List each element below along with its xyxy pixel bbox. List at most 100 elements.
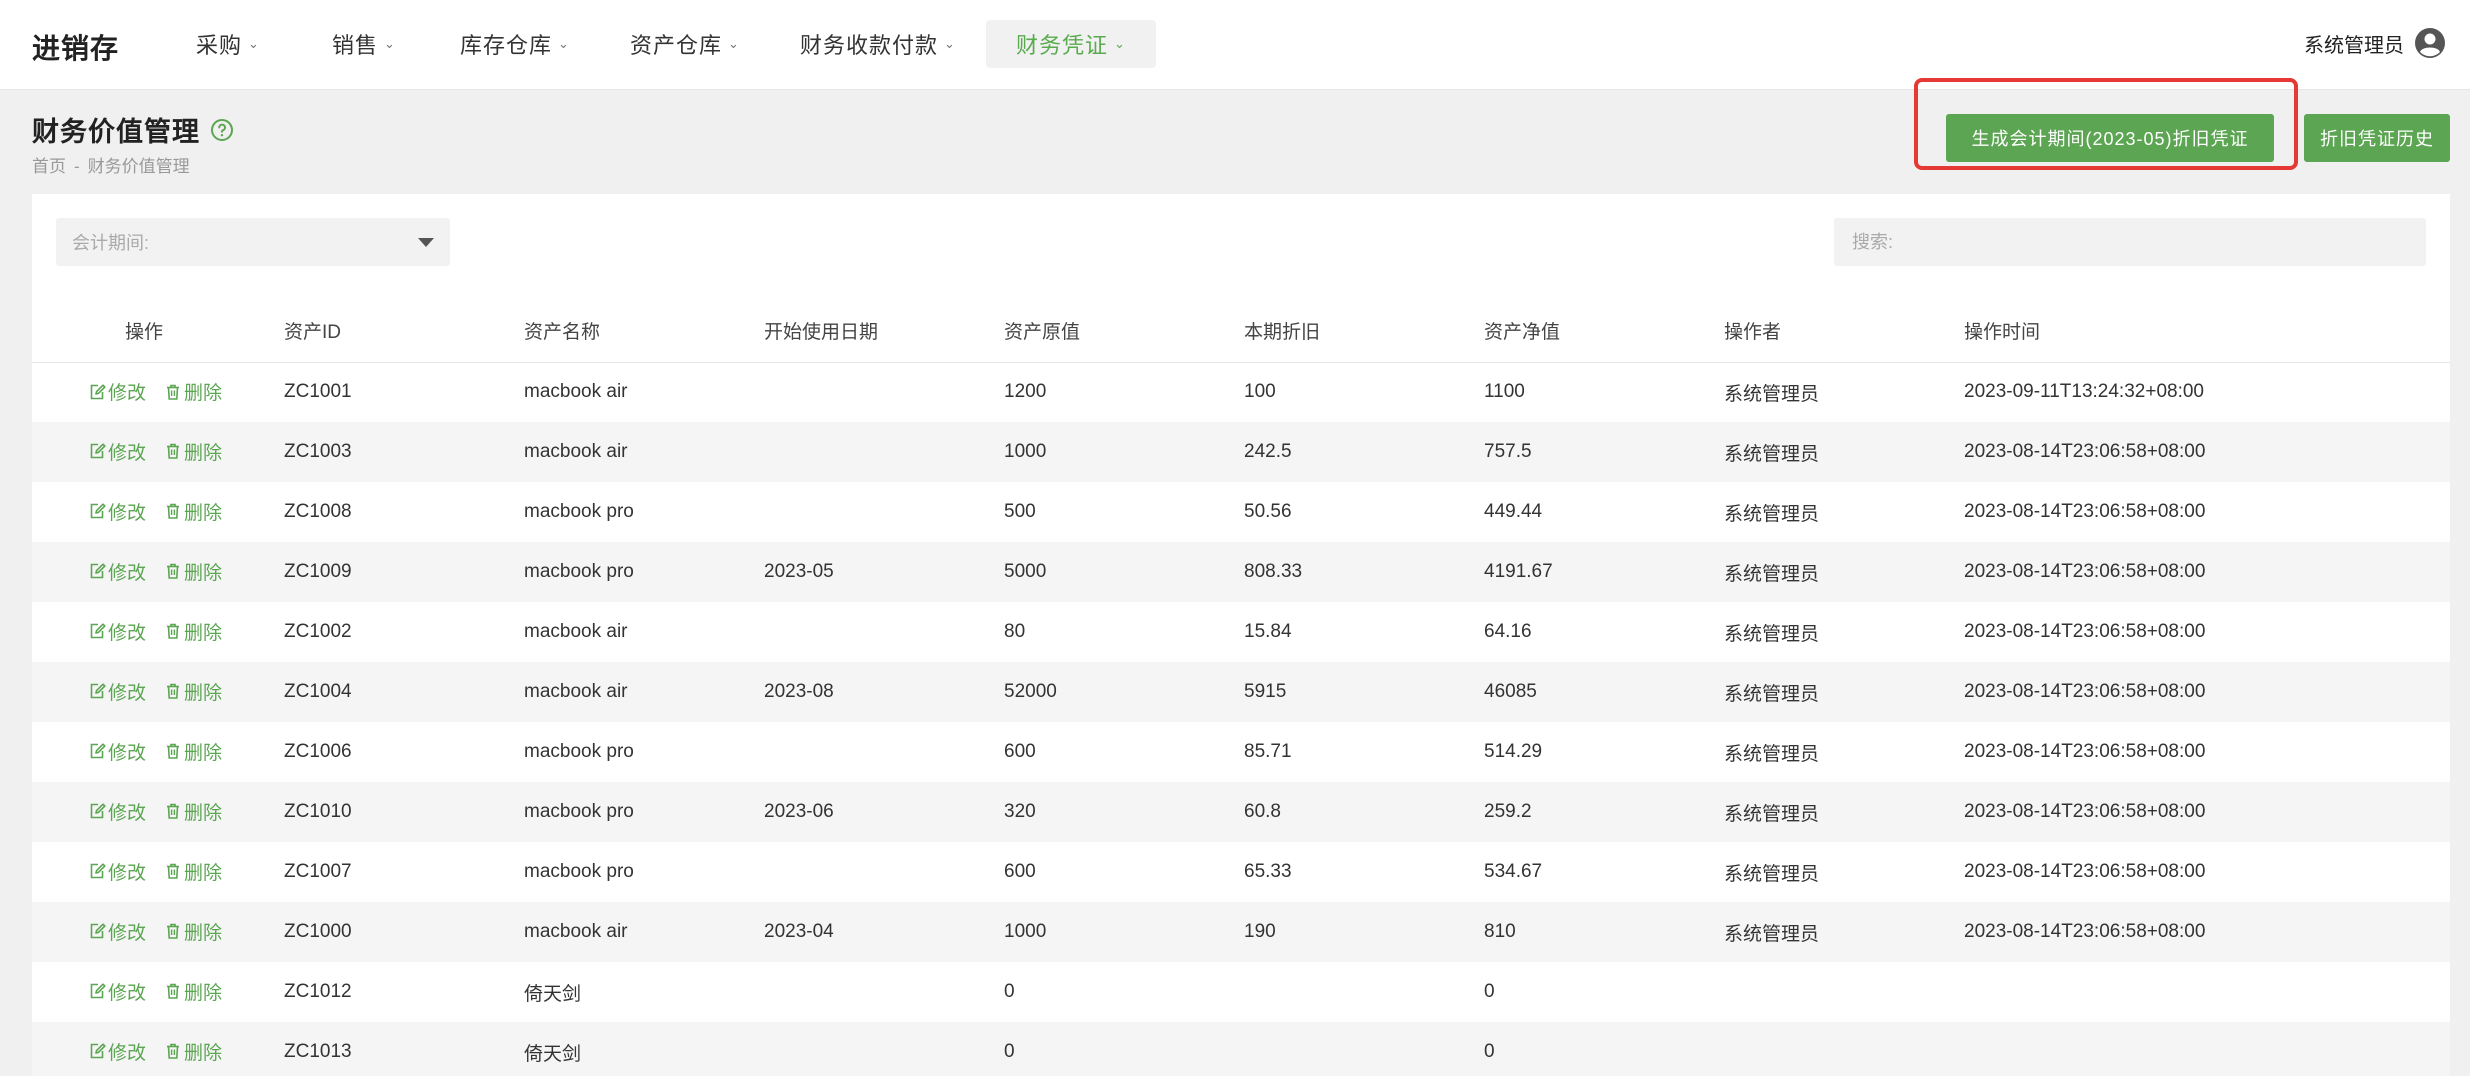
column-header-asset-id: 资产ID [284, 300, 524, 363]
start-date-cell [764, 362, 1004, 422]
nav-item-finance-receipts-payments[interactable]: 财务收款付款 ⌄ [784, 20, 972, 68]
table-row: 修改 删除 ZC1008 macbook pro 500 50.56 449.44 系统管理员… [32, 482, 2450, 542]
delete-button[interactable]: 删除 [164, 558, 222, 585]
delete-label: 删除 [184, 562, 223, 584]
start-date-cell [764, 842, 1004, 902]
asset-name-cell: 倚天剑 [524, 1022, 764, 1076]
operator-cell: 系统管理员 [1724, 623, 1820, 645]
table-row: 修改 删除 ZC1003 macbook air 1000 242.5 757.5 系统管理员… [32, 422, 2450, 482]
delete-button[interactable]: 删除 [164, 918, 222, 945]
nav-item-sales[interactable]: 销售 ⌄ [316, 20, 412, 68]
edit-icon [90, 803, 106, 819]
table-row: 修改 删除 ZC1000 macbook air 2023-04 1000 190 810 系统… [32, 902, 2450, 962]
nav-item-purchase[interactable]: 采购 ⌄ [180, 20, 276, 68]
original-value-cell: 600 [1004, 741, 1036, 762]
asset-id-cell: ZC1004 [284, 662, 524, 722]
chevron-down-icon: ⌄ [248, 36, 260, 51]
edit-button[interactable]: 修改 [88, 858, 146, 885]
table-header: 操作 资产ID 资产名称 开始使用日期 资产原值 本期折旧 资产净值 操作者 操… [32, 300, 2450, 363]
delete-label: 删除 [184, 862, 223, 884]
delete-button[interactable]: 删除 [164, 378, 222, 405]
search-box[interactable] [1834, 218, 2426, 266]
original-value-cell: 0 [1004, 1022, 1244, 1076]
original-value-cell: 320 [1004, 782, 1244, 842]
original-value-cell: 80 [1004, 621, 1026, 642]
breadcrumb-separator: - [74, 157, 80, 176]
edit-button[interactable]: 修改 [88, 678, 146, 705]
delete-button[interactable]: 删除 [164, 678, 222, 705]
delete-button[interactable]: 删除 [164, 1038, 222, 1065]
depreciation-voucher-history-button[interactable]: 折旧凭证历史 [2304, 114, 2450, 162]
actions-cell: 修改 删除 [32, 1022, 284, 1076]
app-brand[interactable]: 进销存 [32, 27, 119, 67]
edit-icon [90, 623, 106, 639]
depreciation-cell: 65.33 [1244, 861, 1292, 882]
asset-id-cell: ZC1006 [284, 741, 352, 762]
edit-button[interactable]: 修改 [88, 438, 146, 465]
depreciation-cell: 100 [1244, 381, 1276, 403]
original-value-cell: 1000 [1004, 422, 1244, 482]
trash-icon [167, 743, 180, 760]
asset-name-cell: macbook pro [524, 861, 634, 882]
generate-depreciation-voucher-button[interactable]: 生成会计期间(2023-05)折旧凭证 [1946, 114, 2274, 162]
nav-item-asset-warehouse[interactable]: 资产仓库 ⌄ [614, 20, 756, 68]
edit-button[interactable]: 修改 [88, 978, 146, 1005]
delete-button[interactable]: 删除 [164, 438, 222, 465]
edit-label: 修改 [108, 982, 147, 1004]
trash-icon [167, 503, 180, 520]
search-input[interactable] [1852, 231, 2408, 253]
table-row: 修改 删除 ZC1010 macbook pro 2023-06 320 60.8 259.2… [32, 782, 2450, 842]
trash-icon [167, 1043, 180, 1060]
edit-button[interactable]: 修改 [88, 558, 146, 585]
edit-button[interactable]: 修改 [88, 618, 146, 645]
edit-button[interactable]: 修改 [88, 798, 146, 825]
nav-item-label: 财务凭证 [1016, 33, 1109, 58]
delete-label: 删除 [184, 982, 223, 1004]
edit-button[interactable]: 修改 [88, 918, 146, 945]
start-date-cell: 2023-06 [764, 782, 1004, 842]
delete-label: 删除 [184, 442, 223, 464]
delete-button[interactable]: 删除 [164, 798, 222, 825]
actions-cell: 修改 删除 [32, 962, 284, 1022]
delete-button[interactable]: 删除 [164, 498, 222, 525]
page-title: 财务价值管理 [32, 110, 234, 149]
delete-button[interactable]: 删除 [164, 738, 222, 765]
accounting-period-placeholder: 会计期间: [72, 233, 150, 253]
trash-icon [167, 803, 180, 820]
help-icon[interactable] [210, 118, 234, 142]
operation-time-cell: 2023-08-14T23:06:58+08:00 [1964, 782, 2450, 842]
asset-id-cell: ZC1013 [284, 1022, 524, 1076]
operator-cell: 系统管理员 [1724, 542, 1964, 602]
column-header-operation-time: 操作时间 [1964, 300, 2450, 363]
edit-button[interactable]: 修改 [88, 498, 146, 525]
net-value-cell: 4191.67 [1484, 542, 1724, 602]
delete-button[interactable]: 删除 [164, 858, 222, 885]
table-row: 修改 删除 ZC1012 倚天剑 0 0 [32, 962, 2450, 1022]
start-date-cell [764, 422, 1004, 482]
net-value-cell: 514.29 [1484, 741, 1543, 762]
edit-icon [90, 683, 106, 699]
breadcrumb-home[interactable]: 首页 [32, 157, 66, 176]
asset-name-cell: macbook pro [524, 741, 634, 762]
edit-button[interactable]: 修改 [88, 738, 146, 765]
nav-item-finance-vouchers[interactable]: 财务凭证 ⌄ [986, 20, 1156, 68]
user-menu[interactable]: 系统管理员 [2304, 27, 2446, 59]
start-date-cell [764, 1022, 1004, 1076]
asset-name-cell: macbook pro [524, 501, 634, 522]
nav-item-inventory-warehouse[interactable]: 库存仓库 ⌄ [444, 20, 586, 68]
accounting-period-select[interactable]: 会计期间: [56, 218, 450, 266]
edit-icon [90, 383, 106, 399]
edit-button[interactable]: 修改 [88, 1038, 146, 1065]
operator-cell: 系统管理员 [1724, 743, 1820, 765]
operator-cell [1724, 962, 1964, 1022]
delete-button[interactable]: 删除 [164, 618, 222, 645]
actions-cell: 修改 删除 [32, 482, 284, 542]
table-row: 修改 删除 ZC1002 macbook air 80 15.84 64.16 系统管理员 20… [32, 602, 2450, 662]
column-header-net-value: 资产净值 [1484, 300, 1724, 363]
nav-item-label: 库存仓库 [460, 33, 553, 58]
column-header-start-date: 开始使用日期 [764, 300, 1004, 363]
delete-label: 删除 [184, 922, 223, 944]
delete-button[interactable]: 删除 [164, 978, 222, 1005]
edit-button[interactable]: 修改 [88, 378, 146, 405]
asset-name-cell: 倚天剑 [524, 983, 582, 1005]
